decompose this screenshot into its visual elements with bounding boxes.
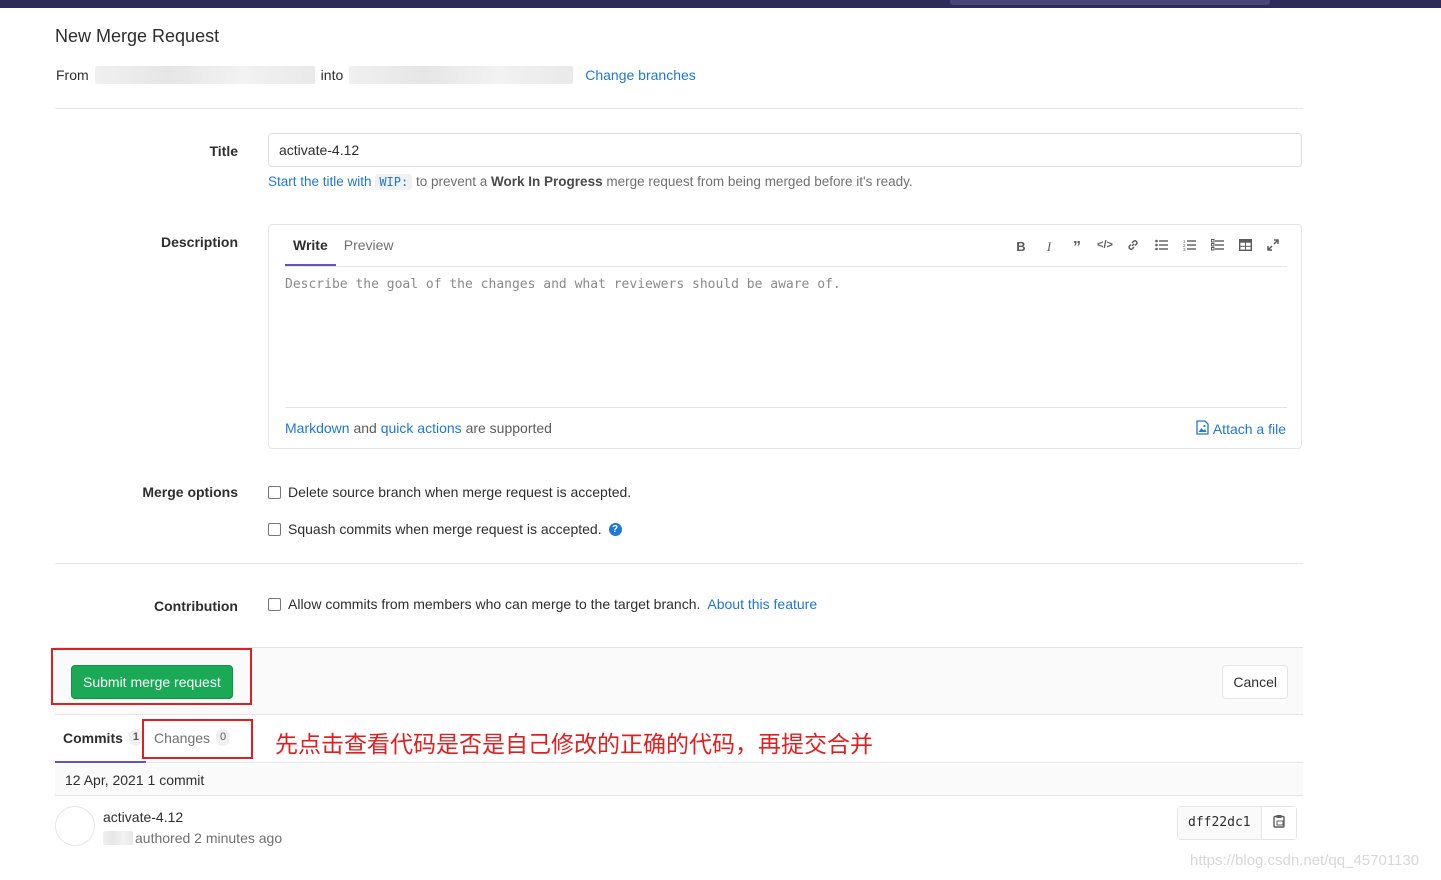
change-branches-link[interactable]: Change branches <box>585 67 696 83</box>
highlight-box-changes <box>142 719 253 759</box>
delete-source-option: Delete source branch when merge request … <box>268 484 631 500</box>
tab-commits[interactable]: Commits 1 <box>63 729 144 746</box>
description-editor: Write Preview B I ” </> 123 Describe the… <box>268 224 1302 449</box>
numbered-list-icon[interactable]: 123 <box>1175 239 1203 257</box>
branch-line: From into Change branches <box>56 66 696 84</box>
active-tab-underline <box>55 761 146 763</box>
italic-icon[interactable]: I <box>1035 239 1063 257</box>
commit-day-header: 12 Apr, 2021 1 commit <box>55 764 1303 796</box>
code-icon[interactable]: </> <box>1091 239 1119 257</box>
about-feature-link[interactable]: About this feature <box>707 596 817 612</box>
allow-commits-label: Allow commits from members who can merge… <box>288 596 701 612</box>
author-redacted <box>103 831 133 845</box>
watermark: https://blog.csdn.net/qq_45701130 <box>1190 852 1420 869</box>
help-icon[interactable]: ? <box>608 522 622 536</box>
squash-checkbox[interactable] <box>268 522 281 536</box>
description-textarea[interactable]: Describe the goal of the changes and wha… <box>285 277 1285 397</box>
source-branch-redacted <box>94 66 315 84</box>
editor-footer-divider <box>285 407 1287 408</box>
task-list-icon[interactable] <box>1203 239 1231 257</box>
wip-code: WIP: <box>375 174 413 190</box>
commit-meta: authored 2 minutes ago <box>103 830 282 846</box>
title-input[interactable] <box>268 133 1302 167</box>
hint-text: to prevent a <box>415 174 488 189</box>
commit-sha[interactable]: dff22dc1 <box>1178 807 1262 839</box>
navbar-search[interactable] <box>950 0 1270 5</box>
annotation-text: 先点击查看代码是否是自己修改的正确的代码，再提交合并 <box>275 732 873 758</box>
description-tabs: Write Preview <box>285 225 402 267</box>
target-branch-redacted <box>349 66 574 84</box>
merge-options-label: Merge options <box>142 484 238 500</box>
hint-suffix: merge request from being merged before i… <box>606 174 913 189</box>
allow-commits-checkbox[interactable] <box>268 597 281 611</box>
tab-preview[interactable]: Preview <box>336 225 402 266</box>
commit-sha-group: dff22dc1 <box>1177 806 1297 840</box>
attach-file-button[interactable]: Attach a file <box>1196 420 1286 438</box>
svg-text:3: 3 <box>1183 247 1186 251</box>
tab-write[interactable]: Write <box>285 225 336 266</box>
bold-icon[interactable]: B <box>1007 239 1035 257</box>
into-label: into <box>320 67 344 83</box>
squash-option: Squash commits when merge request is acc… <box>268 521 622 537</box>
squash-label: Squash commits when merge request is acc… <box>288 521 602 537</box>
delete-source-checkbox[interactable] <box>268 485 281 499</box>
commits-tab-label: Commits <box>63 729 123 746</box>
editor-divider <box>285 266 1287 267</box>
link-icon[interactable] <box>1119 239 1147 257</box>
title-hint: Start the title with WIP: to prevent a W… <box>268 174 913 190</box>
attach-file-label: Attach a file <box>1212 421 1286 437</box>
commits-count-badge: 1 <box>128 729 144 746</box>
editor-footer: Markdown and quick actions are supported <box>285 420 552 436</box>
cancel-button[interactable]: Cancel <box>1222 665 1288 699</box>
highlight-box-submit <box>51 648 252 705</box>
avatar <box>55 806 95 846</box>
contribution-label: Contribution <box>154 598 238 614</box>
allow-commits-option: Allow commits from members who can merge… <box>268 596 817 612</box>
copy-icon[interactable] <box>1261 807 1296 839</box>
footer-and: and <box>353 420 377 436</box>
title-label: Title <box>209 143 238 159</box>
markdown-link[interactable]: Markdown <box>285 420 350 436</box>
markdown-toolbar: B I ” </> 123 <box>1007 238 1287 257</box>
divider <box>55 108 1303 109</box>
divider <box>55 563 1303 564</box>
fullscreen-icon[interactable] <box>1259 239 1287 257</box>
wip-hint-link[interactable]: Start the title with <box>268 174 372 189</box>
footer-supported: are supported <box>465 420 552 436</box>
bullet-list-icon[interactable] <box>1147 239 1175 257</box>
image-file-icon <box>1196 420 1209 438</box>
page-title: New Merge Request <box>55 26 220 46</box>
quick-actions-link[interactable]: quick actions <box>381 420 462 436</box>
top-navbar <box>0 0 1441 8</box>
quote-icon[interactable]: ” <box>1063 239 1091 257</box>
commit-meta-text: authored 2 minutes ago <box>135 830 283 846</box>
delete-source-label: Delete source branch when merge request … <box>288 484 632 500</box>
from-label: From <box>56 67 89 83</box>
hint-bold: Work In Progress <box>491 174 603 189</box>
table-icon[interactable] <box>1231 238 1259 257</box>
description-label: Description <box>160 234 238 250</box>
commit-title[interactable]: activate-4.12 <box>103 809 183 825</box>
